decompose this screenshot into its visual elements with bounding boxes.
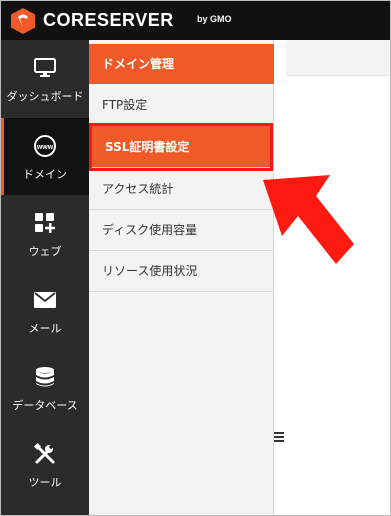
tools-icon xyxy=(33,442,55,464)
database-icon xyxy=(36,367,54,387)
submenu-item-ssl[interactable]: SSL証明書設定 xyxy=(92,126,270,168)
www-globe-icon: www xyxy=(34,135,56,157)
icon-sidebar: ダッシュボード www ドメイン ウェブ メール データベース ツール xyxy=(1,40,89,515)
nav-item-database[interactable]: データベース xyxy=(1,349,89,426)
pointer-arrow-icon xyxy=(263,175,354,264)
domain-submenu: ドメイン管理 FTP設定 SSL証明書設定 アクセス統計 ディスク使用容量 リソ… xyxy=(89,40,274,515)
nav-item-domain[interactable]: www ドメイン xyxy=(1,118,89,195)
content-header-bar xyxy=(286,40,390,76)
nav-label: ツール xyxy=(28,476,62,489)
submenu-item-resource-usage[interactable]: リソース使用状況 xyxy=(89,250,273,292)
nav-label: ウェブ xyxy=(28,245,62,258)
nav-item-mail[interactable]: メール xyxy=(1,272,89,349)
svg-text:www: www xyxy=(36,144,54,151)
menu-toggle-icon[interactable] xyxy=(274,432,286,444)
top-header: CORESERVER by GMO xyxy=(1,1,390,40)
coreserver-logo-icon xyxy=(11,8,35,34)
apps-plus-icon xyxy=(35,213,55,233)
nav-item-web[interactable]: ウェブ xyxy=(1,195,89,272)
submenu-item-ftp[interactable]: FTP設定 xyxy=(89,84,273,126)
logo-subtext: by GMO xyxy=(197,14,232,24)
nav-item-dashboard[interactable]: ダッシュボード xyxy=(1,40,89,117)
nav-label: メール xyxy=(28,322,62,335)
nav-label: ダッシュボード xyxy=(6,90,84,103)
logo-text: CORESERVER xyxy=(43,10,174,30)
monitor-icon xyxy=(34,58,56,77)
envelope-icon xyxy=(34,292,56,308)
submenu-item-access-stats[interactable]: アクセス統計 xyxy=(89,168,273,210)
submenu-title: ドメイン管理 xyxy=(89,44,274,84)
nav-label: ドメイン xyxy=(23,168,67,181)
nav-item-tools[interactable]: ツール xyxy=(1,426,89,503)
nav-label: データベース xyxy=(12,399,78,412)
submenu-item-disk-usage[interactable]: ディスク使用容量 xyxy=(89,209,273,251)
